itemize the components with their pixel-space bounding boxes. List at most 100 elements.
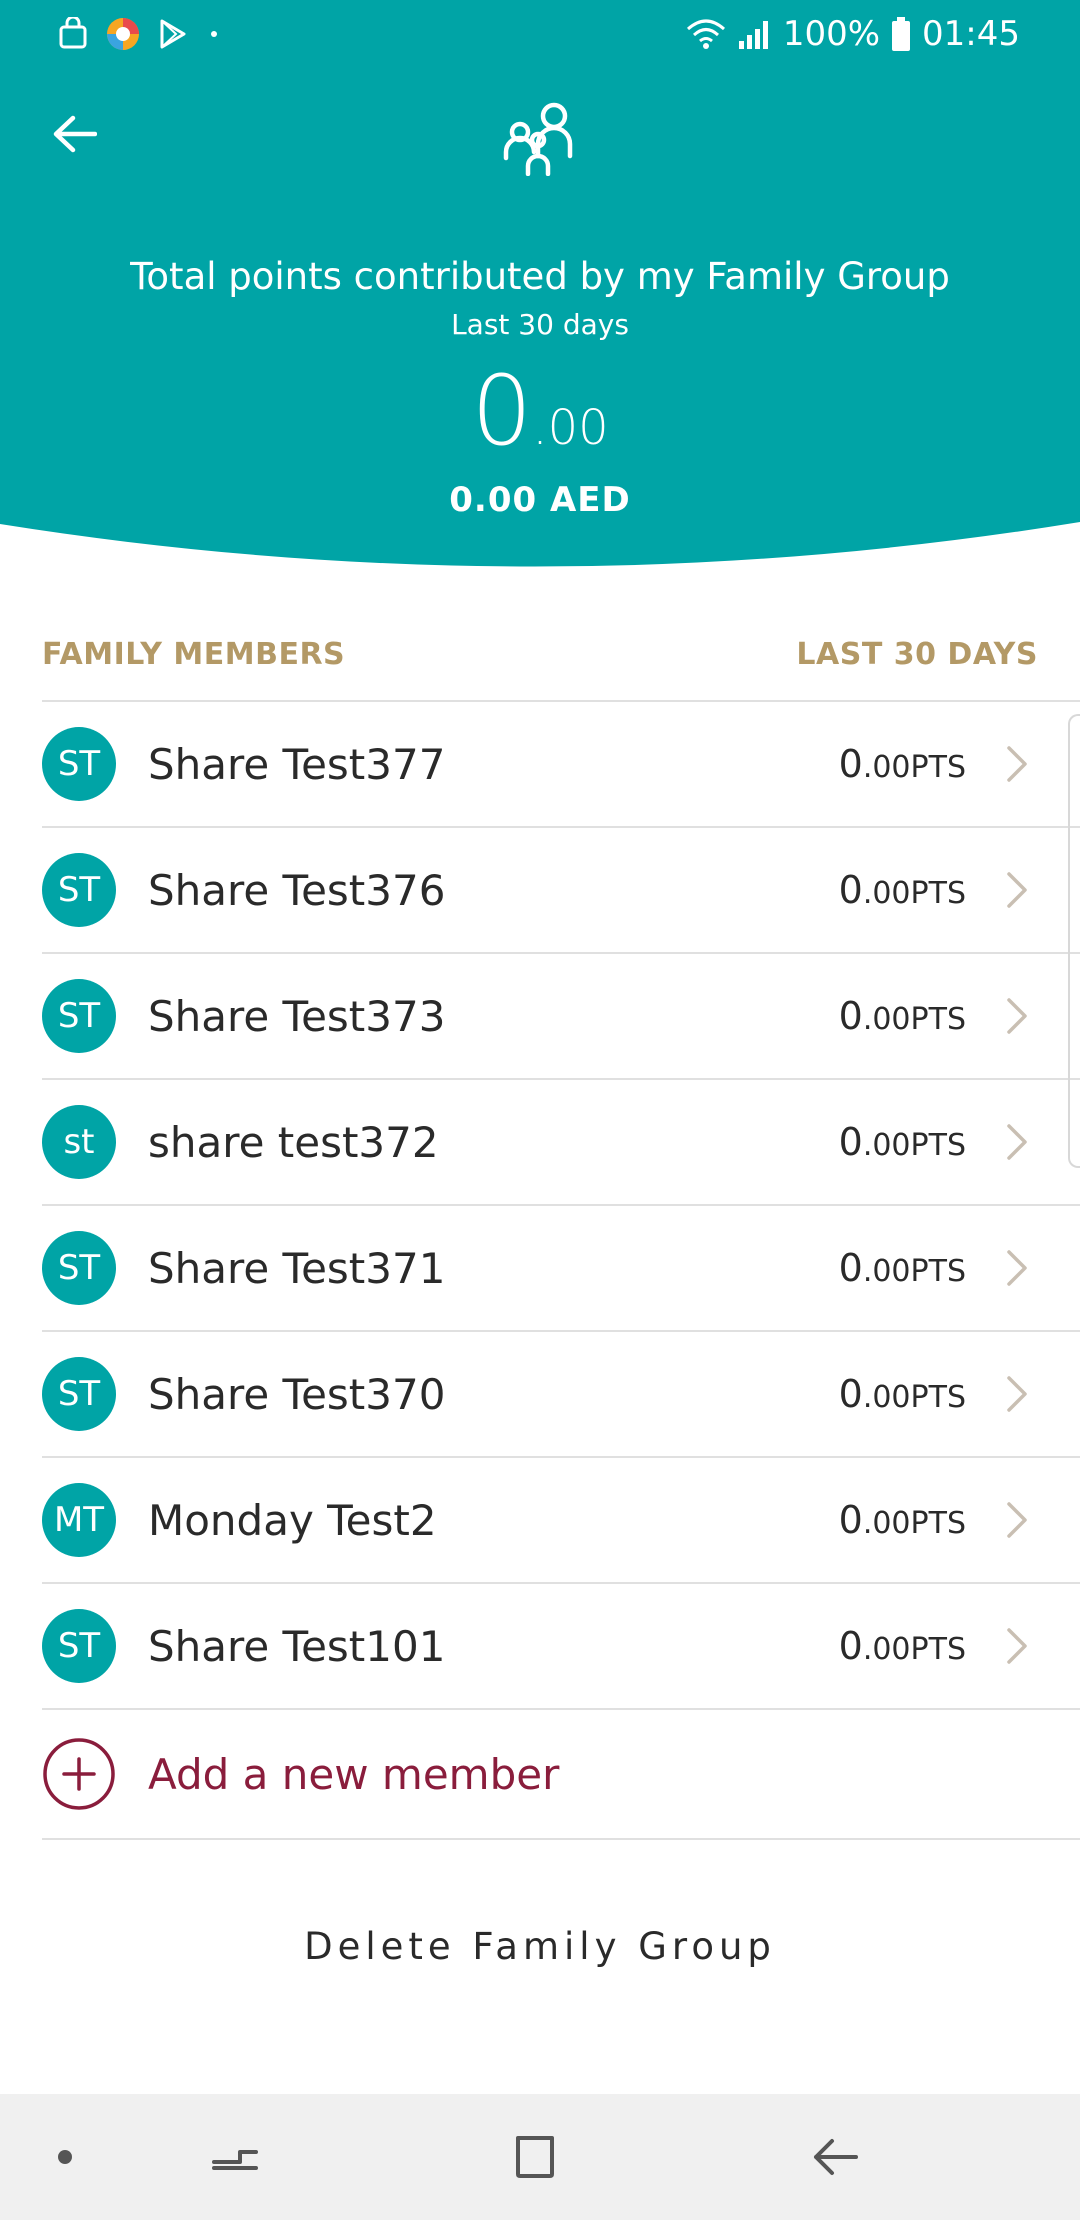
battery-icon <box>892 17 911 51</box>
member-row[interactable]: MT Monday Test2 0.00PTS <box>42 1458 1080 1584</box>
member-name: Share Test376 <box>148 865 446 915</box>
period-label: LAST 30 DAYS <box>796 636 1038 672</box>
chevron-right-icon <box>1002 1626 1032 1666</box>
delete-family-group-button[interactable]: Delete Family Group <box>0 1925 1080 1968</box>
member-name: Share Test371 <box>148 1243 446 1293</box>
total-points-title: Total points contributed by my Family Gr… <box>130 255 950 298</box>
member-row[interactable]: ST Share Test377 0.00PTS <box>42 702 1080 828</box>
member-name: Share Test373 <box>148 991 446 1041</box>
member-row[interactable]: ST Share Test370 0.00PTS <box>42 1332 1080 1458</box>
member-name: Share Test101 <box>148 1621 446 1671</box>
member-points-int: 0 <box>838 1120 863 1164</box>
chevron-right-icon <box>1002 744 1032 784</box>
status-indicators: 100% 01:45 <box>685 10 1020 58</box>
member-points-decimal: .00 <box>862 1506 911 1541</box>
member-points-unit: PTS <box>910 1254 966 1289</box>
chevron-right-icon <box>1002 1374 1032 1414</box>
member-points: 0.00PTS <box>839 1372 966 1416</box>
chevron-right-icon <box>1002 1122 1032 1162</box>
browser-app-icon <box>107 18 139 50</box>
avatar: MT <box>42 1483 116 1557</box>
member-points-unit: PTS <box>910 876 966 911</box>
member-points: 0.00PTS <box>839 742 966 786</box>
member-name: share test372 <box>148 1117 439 1167</box>
nav-dot-button[interactable] <box>40 2124 90 2190</box>
family-members-label: FAMILY MEMBERS <box>42 636 346 672</box>
member-row[interactable]: ST Share Test373 0.00PTS <box>42 954 1080 1080</box>
plus-circle-icon <box>43 1738 115 1810</box>
member-points-int: 0 <box>838 994 863 1038</box>
member-points: 0.00PTS <box>839 1624 966 1668</box>
total-points-int: 0 <box>471 355 533 467</box>
member-points-decimal: .00 <box>862 1128 911 1163</box>
member-points-unit: PTS <box>910 1380 966 1415</box>
avatar: ST <box>42 853 116 927</box>
system-back-button[interactable] <box>800 2124 870 2190</box>
member-points-int: 0 <box>838 1372 863 1416</box>
member-row[interactable]: ST Share Test376 0.00PTS <box>42 828 1080 954</box>
member-points-int: 0 <box>838 1246 863 1290</box>
add-member-label: Add a new member <box>148 1749 560 1799</box>
member-name: Share Test370 <box>148 1369 446 1419</box>
members-list: ST Share Test377 0.00PTS ST Share Test376 0.0… <box>42 702 1080 1710</box>
scroll-indicator <box>1068 714 1080 1168</box>
member-points: 0.00PTS <box>839 1120 966 1164</box>
member-row[interactable]: st share test372 0.00PTS <box>42 1080 1080 1206</box>
header: 100% 01:45 Total points contributed by m… <box>0 0 1080 570</box>
member-points-int: 0 <box>838 868 863 912</box>
family-group-icon <box>503 102 573 176</box>
member-name: Monday Test2 <box>148 1495 437 1545</box>
chevron-right-icon <box>1002 870 1032 910</box>
member-points: 0.00PTS <box>839 1498 966 1542</box>
avatar: ST <box>42 979 116 1053</box>
chevron-right-icon <box>1002 996 1032 1036</box>
dot-icon <box>58 2150 72 2164</box>
arrow-left-icon <box>53 115 97 153</box>
back-button[interactable] <box>40 100 108 168</box>
member-points-decimal: .00 <box>862 1254 911 1289</box>
member-points-decimal: .00 <box>862 1002 911 1037</box>
member-points: 0.00PTS <box>839 994 966 1038</box>
play-store-icon <box>160 19 186 49</box>
total-points-value: 0.00 <box>0 355 1080 467</box>
wifi-icon <box>686 19 725 49</box>
system-nav-bar <box>0 2094 1080 2220</box>
member-points-decimal: .00 <box>862 876 911 911</box>
avatar: ST <box>42 1231 116 1305</box>
battery-percentage: 100% <box>782 14 881 54</box>
member-row[interactable]: ST Share Test101 0.00PTS <box>42 1584 1080 1710</box>
members-section-header: FAMILY MEMBERS LAST 30 DAYS <box>42 632 1038 676</box>
member-points-unit: PTS <box>910 1128 966 1163</box>
member-points-unit: PTS <box>910 1506 966 1541</box>
member-points-unit: PTS <box>910 1002 966 1037</box>
member-points-decimal: .00 <box>862 1632 911 1667</box>
status-bar: 100% 01:45 <box>0 0 1080 70</box>
member-name: Share Test377 <box>148 739 446 789</box>
shopping-bag-icon <box>59 17 87 49</box>
member-points-unit: PTS <box>910 1632 966 1667</box>
avatar: ST <box>42 1357 116 1431</box>
member-points-int: 0 <box>838 1498 863 1542</box>
member-row[interactable]: ST Share Test371 0.00PTS <box>42 1206 1080 1332</box>
total-aed-value: 0.00 AED <box>449 480 631 520</box>
chevron-right-icon <box>1002 1248 1032 1288</box>
home-icon <box>516 2136 554 2178</box>
signal-icon <box>738 21 768 49</box>
total-points-period: Last 30 days <box>451 308 629 341</box>
recent-apps-icon <box>212 2150 258 2170</box>
member-points-unit: PTS <box>910 750 966 785</box>
clock: 01:45 <box>922 14 1020 54</box>
home-button[interactable] <box>500 2124 570 2190</box>
avatar: ST <box>42 1609 116 1683</box>
member-points: 0.00PTS <box>839 1246 966 1290</box>
add-member-button[interactable]: Add a new member <box>42 1710 1080 1840</box>
member-points-decimal: .00 <box>862 750 911 785</box>
avatar: st <box>42 1105 116 1179</box>
dot-icon <box>211 31 217 37</box>
member-points-int: 0 <box>838 1624 863 1668</box>
back-arrow-icon <box>814 2139 858 2175</box>
avatar: ST <box>42 727 116 801</box>
member-points-decimal: .00 <box>862 1380 911 1415</box>
recent-apps-button[interactable] <box>200 2124 270 2190</box>
member-points-int: 0 <box>838 742 863 786</box>
